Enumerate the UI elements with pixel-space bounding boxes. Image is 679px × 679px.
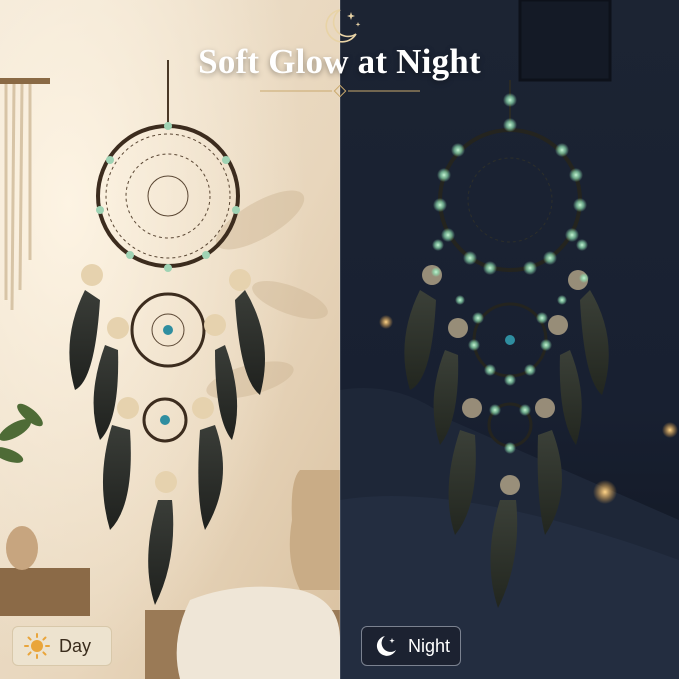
night-scene-panel bbox=[340, 0, 679, 679]
night-label: Night bbox=[408, 635, 451, 656]
page-title: Soft Glow at Night bbox=[198, 42, 481, 81]
day-scene-illustration bbox=[0, 0, 340, 679]
night-scene-illustration bbox=[340, 0, 679, 679]
day-label-badge: Day bbox=[12, 626, 112, 666]
crescent-moon-stars-icon bbox=[325, 9, 361, 43]
sun-icon bbox=[24, 633, 50, 659]
day-label: Day bbox=[59, 635, 92, 656]
product-image: Soft Glow at Night Day Night bbox=[0, 0, 679, 679]
panel-divider bbox=[339, 0, 341, 679]
night-label-badge: Night bbox=[361, 626, 461, 666]
title-divider-ornament bbox=[260, 85, 420, 97]
day-scene-panel bbox=[0, 0, 340, 679]
crescent-moon-icon bbox=[376, 636, 396, 656]
